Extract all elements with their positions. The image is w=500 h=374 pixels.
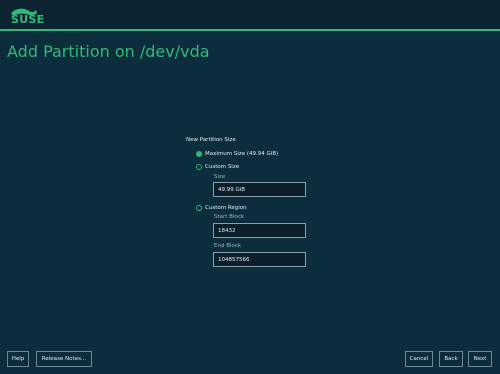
end-block-input[interactable]: 104857566 [213, 252, 306, 267]
top-bar: SUSE [0, 0, 500, 31]
radio-unchecked-icon [196, 205, 202, 211]
back-button[interactable]: Back [439, 351, 463, 367]
section-label: New Partition Size [186, 137, 236, 143]
cancel-button[interactable]: Cancel [405, 351, 433, 367]
next-button[interactable]: Next [468, 351, 492, 367]
start-block-input[interactable]: 18432 [213, 223, 306, 238]
end-block-label: End Block [214, 243, 242, 249]
maximum-size-label: Maximum Size (49.94 GiB) [205, 151, 279, 157]
page-title: Add Partition on /dev/vda [7, 42, 210, 61]
custom-region-radio[interactable]: Custom Region [196, 205, 247, 211]
custom-region-label: Custom Region [205, 205, 247, 211]
radio-unchecked-icon [196, 164, 202, 170]
maximum-size-radio[interactable]: Maximum Size (49.94 GiB) [196, 151, 278, 157]
radio-checked-icon [196, 151, 202, 157]
help-button[interactable]: Help [7, 351, 29, 367]
custom-size-label: Custom Size [205, 164, 240, 170]
size-input[interactable]: 49.99 GiB [213, 182, 306, 197]
suse-logo-text: SUSE [11, 13, 45, 26]
size-label: Size [214, 174, 226, 180]
custom-size-radio[interactable]: Custom Size [196, 164, 239, 170]
start-block-label: Start Block [214, 214, 245, 220]
release-notes-button[interactable]: Release Notes... [36, 351, 92, 367]
